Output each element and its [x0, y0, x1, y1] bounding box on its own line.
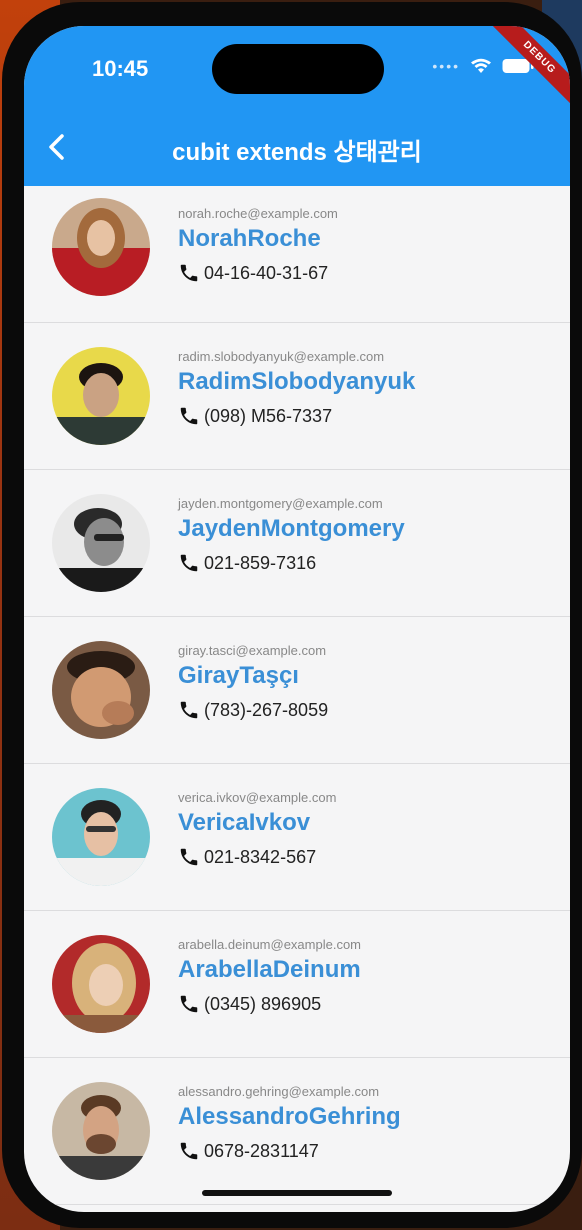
screen: 10:45 •••• DEBUG cubit extends 상태관리 nora… [24, 26, 570, 1212]
contact-list: norah.roche@example.com NorahRoche 04-16… [24, 186, 570, 1205]
contact-name: RadimSlobodyanyuk [178, 368, 416, 395]
contact-name: VericaIvkov [178, 809, 311, 836]
contact-info: alessandro.gehring@example.com Alessandr… [178, 1084, 401, 1162]
contact-info: jayden.montgomery@example.com JaydenMont… [178, 496, 405, 574]
contact-name: GirayTaşçı [178, 662, 299, 689]
avatar [52, 788, 150, 886]
phone-icon [180, 1142, 198, 1160]
contact-phone: 021-8342-567 [204, 846, 317, 867]
contact-phone: 0678-2831147 [204, 1140, 319, 1161]
contact-phone: (783)-267-8059 [204, 699, 329, 720]
contact-name: AlessandroGehring [178, 1103, 401, 1130]
app-bar: 10:45 •••• DEBUG cubit extends 상태관리 [24, 26, 570, 186]
page-title: cubit extends 상태관리 [172, 139, 422, 166]
contact-info: arabella.deinum@example.com ArabellaDein… [178, 937, 361, 1015]
signal-icon: •••• [432, 58, 460, 74]
avatar [52, 198, 150, 296]
phone-icon [180, 848, 198, 866]
contact-phone: 021-859-7316 [204, 552, 317, 573]
phone-icon [180, 554, 198, 572]
contact-name: NorahRoche [178, 225, 321, 252]
list-item[interactable]: norah.roche@example.com NorahRoche 04-16… [24, 186, 570, 323]
list-item[interactable]: jayden.montgomery@example.com JaydenMont… [24, 470, 570, 617]
contact-email: verica.ivkov@example.com [178, 790, 337, 805]
phone-icon [180, 407, 198, 425]
wifi-icon [471, 58, 491, 73]
contact-info: verica.ivkov@example.com VericaIvkov 021… [178, 790, 336, 868]
phone-icon [180, 264, 198, 282]
contact-phone-line: (783)-267-8059 [178, 699, 328, 721]
phone-icon [180, 701, 198, 719]
dynamic-island [212, 44, 384, 94]
contact-email: radim.slobodyanyuk@example.com [178, 349, 385, 364]
contact-email: giray.tasci@example.com [178, 643, 327, 658]
contact-phone: 04-16-40-31-67 [204, 262, 329, 283]
status-time: 10:45 [92, 56, 149, 81]
contact-email: jayden.montgomery@example.com [178, 496, 383, 511]
contact-email: alessandro.gehring@example.com [178, 1084, 380, 1099]
contact-phone: (098) M56-7337 [204, 405, 333, 426]
contact-info: radim.slobodyanyuk@example.com RadimSlob… [178, 349, 415, 427]
contact-phone-line: 04-16-40-31-67 [178, 262, 338, 284]
avatar [52, 347, 150, 445]
list-item[interactable]: arabella.deinum@example.com ArabellaDein… [24, 911, 570, 1058]
contact-info: norah.roche@example.com NorahRoche 04-16… [178, 206, 338, 284]
list-item[interactable]: verica.ivkov@example.com VericaIvkov 021… [24, 764, 570, 911]
contact-phone-line: 021-859-7316 [178, 552, 405, 574]
list-item[interactable]: radim.slobodyanyuk@example.com RadimSlob… [24, 323, 570, 470]
contact-email: norah.roche@example.com [178, 206, 338, 221]
contact-name: JaydenMontgomery [178, 515, 405, 542]
contact-phone-line: 0678-2831147 [178, 1140, 401, 1162]
contact-name: ArabellaDeinum [178, 956, 361, 983]
avatar [52, 1082, 150, 1180]
avatar [52, 494, 150, 592]
avatar [52, 641, 150, 739]
contact-phone-line: (0345) 896905 [178, 993, 361, 1015]
contact-info: giray.tasci@example.com GirayTaşçı (783)… [178, 643, 328, 721]
contact-phone: (0345) 896905 [204, 993, 322, 1014]
contact-phone-line: (098) M56-7337 [178, 405, 415, 427]
contact-email: arabella.deinum@example.com [178, 937, 362, 952]
phone-frame: 10:45 •••• DEBUG cubit extends 상태관리 nora… [2, 2, 582, 1228]
contact-phone-line: 021-8342-567 [178, 846, 336, 868]
list-item[interactable]: alessandro.gehring@example.com Alessandr… [24, 1058, 570, 1205]
list-item[interactable]: giray.tasci@example.com GirayTaşçı (783)… [24, 617, 570, 764]
status-icons: •••• [432, 58, 534, 74]
phone-icon [180, 995, 198, 1013]
avatar [52, 935, 150, 1033]
home-indicator[interactable] [202, 1190, 392, 1196]
